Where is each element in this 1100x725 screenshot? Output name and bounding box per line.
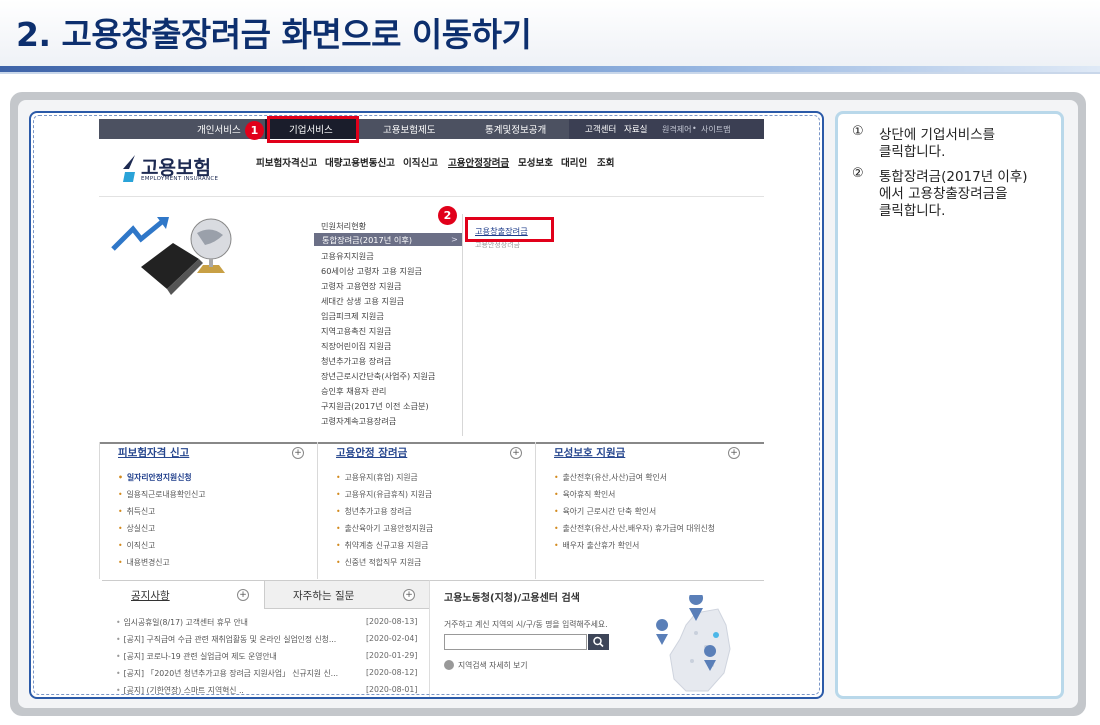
submenu-item[interactable]: 60세이상 고령자 고용 지원금 (321, 265, 422, 277)
step-badge-2: 2 (438, 206, 457, 225)
instruction-text: 클릭합니다. (879, 203, 946, 219)
panel-title[interactable]: 고용안정 장려금 (336, 445, 407, 460)
tab-faq[interactable]: 자주하는 질문 + (265, 581, 429, 609)
notice-row[interactable]: [공지] (기한연장) 스마트 지역혁신 .. (116, 685, 244, 696)
list-item[interactable]: 이직신고 (118, 540, 156, 551)
logo-subtitle: EMPLOYMENT INSURANCE (141, 176, 219, 182)
menu-qualification[interactable]: 피보험자격신고 (256, 155, 317, 169)
list-item[interactable]: 육아휴직 확인서 (554, 489, 616, 500)
logo-icon (123, 155, 135, 182)
panel-title[interactable]: 모성보호 지원금 (554, 445, 625, 460)
search-title: 고용노동청(지청)/고용센터 검색 (444, 593, 580, 604)
notice-date: [2020-08-01] (366, 685, 418, 694)
chevron-right-icon: > (451, 234, 458, 244)
menu-maternity[interactable]: 모성보호 (518, 155, 553, 169)
list-item[interactable]: 출산육아기 고용안정지원금 (336, 523, 434, 534)
list-item[interactable]: 일자리안정지원신청 (118, 472, 192, 483)
nav-insurance-system[interactable]: 고용보험제도 (383, 122, 435, 136)
play-circle-icon (444, 660, 454, 670)
submenu-item[interactable]: 승인후 채용자 관리 (321, 385, 386, 397)
panel-title[interactable]: 피보험자격 신고 (118, 445, 189, 460)
plus-icon[interactable]: + (237, 589, 249, 601)
notice-row[interactable]: [공지] 「2020년 청년추가고용 장려금 지원사업」 신규지원 신... (116, 668, 338, 679)
center-search-panel: 고용노동청(지청)/고용센터 검색 거주하고 계신 지역의 시/구/동 명을 입… (429, 580, 764, 697)
header-rule-thin (0, 72, 1100, 74)
notice-row[interactable]: [공지] 코로나-19 관련 실업급여 제도 운영안내 (116, 651, 277, 662)
search-icon (593, 636, 604, 648)
tab-notices[interactable]: 공지사항 + (102, 581, 265, 609)
notice-row[interactable]: [공지] 구직급여 수급 관련 재취업활동 및 온라인 실업인정 신청... (116, 634, 337, 645)
list-item[interactable]: 상실신고 (118, 523, 156, 534)
menu-employment-stability[interactable]: 고용안정장려금 (448, 155, 509, 169)
menu-agent[interactable]: 대리인 (561, 155, 587, 169)
submenu-item[interactable]: 세대간 상생 고용 지원금 (321, 295, 404, 307)
slide-header: 2. 고용창출장려금 화면으로 이동하기 (0, 0, 1100, 68)
submenu-item[interactable]: 임금피크제 지원금 (321, 310, 384, 322)
submenu-item[interactable]: 고령자 고용연장 지원금 (321, 280, 402, 292)
submenu-item[interactable]: 지역고용촉진 지원금 (321, 325, 391, 337)
submenu-item[interactable]: 구지원금(2017년 이전 소급분) (321, 400, 429, 412)
step-number-2: ② (852, 166, 864, 181)
nav-personal-services[interactable]: 개인서비스 (197, 122, 241, 136)
menu-separation[interactable]: 이직신고 (403, 155, 438, 169)
menu-mass-change[interactable]: 대량고용변동신고 (325, 155, 395, 169)
notice-date: [2020-02-04] (366, 634, 418, 643)
korea-map-icon (656, 595, 731, 692)
list-item[interactable]: 배우자 출산휴가 확인서 (554, 540, 640, 551)
util-library[interactable]: 자료실 (624, 123, 647, 135)
list-item[interactable]: 내용변경신고 (118, 557, 170, 568)
website: 개인서비스 기업서비스 고용보험제도 통계및정보공개 고객센터 자료실 원격제어… (99, 116, 764, 697)
list-item[interactable]: 육아기 근로시간 단축 확인서 (554, 506, 657, 517)
submenu-status[interactable]: 민원처리현황 (321, 220, 366, 232)
util-dot: • (692, 124, 697, 133)
plus-icon[interactable]: + (403, 589, 415, 601)
submenu-item[interactable]: 청년추가고용 장려금 (321, 355, 391, 367)
region-search-more-link[interactable]: 지역검색 자세히 보기 (458, 660, 528, 671)
step-badge-1: 1 (245, 121, 264, 140)
submenu-item[interactable]: 직장어린이집 지원금 (321, 340, 391, 352)
list-item[interactable]: 출산전후(유산,사산)급여 확인서 (554, 472, 667, 483)
submenu-integrated-incentive[interactable]: 통합장려금(2017년 이후) > (314, 233, 462, 246)
notice-date: [2020-08-12] (366, 668, 418, 677)
plus-icon[interactable]: + (292, 447, 304, 459)
panel-stability: 고용안정 장려금 + 고용유지(휴업) 지원금 고용유지(유급휴직) 지원금 청… (317, 442, 535, 579)
instruction-text: 클릭합니다. (879, 144, 946, 160)
search-hint: 거주하고 계신 지역의 시/구/동 명을 입력해주세요. (444, 620, 608, 629)
notice-date: [2020-01-29] (366, 651, 418, 660)
list-item[interactable]: 고용유지(유급휴직) 지원금 (336, 489, 432, 500)
site-header: 고용보험 EMPLOYMENT INSURANCE 피보험자격신고 대량고용변동… (99, 139, 764, 197)
util-customer-center[interactable]: 고객센터 (585, 123, 616, 135)
list-item[interactable]: 취약계층 신규고용 지원금 (336, 540, 429, 551)
panel-qualification: 피보험자격 신고 + 일자리안정지원신청 일용직근로내용확인신고 취득신고 상실… (99, 442, 317, 579)
list-item[interactable]: 신중년 적합직무 지원금 (336, 557, 422, 568)
submenu-item[interactable]: 장년근로시간단축(사업주) 지원금 (321, 370, 435, 382)
list-item[interactable]: 고용유지(휴업) 지원금 (336, 472, 418, 483)
top-nav: 개인서비스 기업서비스 고용보험제도 통계및정보공개 고객센터 자료실 원격제어… (99, 119, 764, 139)
list-item[interactable]: 일용직근로내용확인신고 (118, 489, 206, 500)
submenu-item[interactable]: 고용유지지원금 (321, 250, 374, 262)
notice-panel: 공지사항 + 자주하는 질문 + 임시공휴일(8/17) 고객센터 휴무 안내 … (102, 580, 429, 697)
list-item[interactable]: 청년추가고용 장려금 (336, 506, 412, 517)
region-search-input[interactable] (444, 634, 587, 650)
plus-icon[interactable]: + (510, 447, 522, 459)
highlight-job-creation-incentive (465, 217, 554, 242)
slide-title: 2. 고용창출장려금 화면으로 이동하기 (16, 15, 532, 54)
list-item[interactable]: 출산전후(유산,사산,배우자) 휴가급여 대위신청 (554, 523, 715, 534)
menu-inquiry[interactable]: 조회 (597, 155, 614, 169)
util-remote-control[interactable]: 원격제어 (662, 124, 691, 135)
screenshot-panel: 개인서비스 기업서비스 고용보험제도 통계및정보공개 고객센터 자료실 원격제어… (29, 111, 824, 699)
search-button[interactable] (588, 634, 609, 650)
notice-date: [2020-08-13] (366, 617, 418, 626)
nav-statistics[interactable]: 통계및정보공개 (485, 122, 546, 136)
plus-icon[interactable]: + (728, 447, 740, 459)
notice-row[interactable]: 임시공휴일(8/17) 고객센터 휴무 안내 (116, 617, 248, 628)
instruction-panel: ① 상단에 기업서비스를 클릭합니다. ② 통합장려금(2017년 이후) 에서… (835, 111, 1064, 699)
util-sitemap[interactable]: 사이트맵 (701, 124, 730, 135)
panel-maternity: 모성보호 지원금 + 출산전후(유산,사산)급여 확인서 육아휴직 확인서 육아… (535, 442, 764, 579)
step-number-1: ① (852, 124, 864, 139)
globe-laptop-illustration (111, 217, 232, 295)
list-item[interactable]: 취득신고 (118, 506, 156, 517)
submenu-item[interactable]: 고령자계속고용장려금 (321, 415, 396, 427)
